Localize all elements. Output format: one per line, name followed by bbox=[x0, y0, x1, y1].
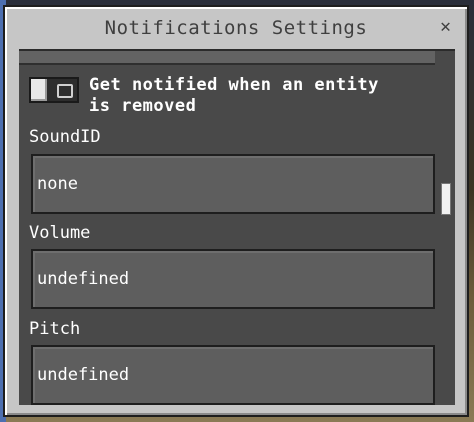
toggle-off-icon bbox=[57, 84, 73, 98]
pitch-field[interactable]: undefined bbox=[31, 345, 435, 405]
volume-label: Volume bbox=[29, 223, 91, 243]
toggle-label-line-1: Get notified when an entity bbox=[89, 75, 379, 95]
settings-scroll-panel[interactable]: Get notified when an entity is removed S… bbox=[19, 49, 455, 405]
soundid-value: none bbox=[37, 174, 78, 194]
notifications-settings-dialog: Notifications Settings ✕ Get notified wh… bbox=[3, 5, 469, 417]
pitch-label: Pitch bbox=[29, 319, 81, 339]
toggle-knob bbox=[31, 79, 47, 101]
pitch-value: undefined bbox=[37, 365, 130, 385]
volume-value: undefined bbox=[37, 269, 130, 289]
volume-field[interactable]: undefined bbox=[31, 249, 435, 309]
toggle-label-line-2: is removed bbox=[89, 96, 197, 116]
scrollbar-thumb[interactable] bbox=[441, 183, 451, 215]
soundid-field[interactable]: none bbox=[31, 154, 435, 214]
soundid-label: SoundID bbox=[29, 127, 101, 147]
entity-removed-toggle-row: Get notified when an entity is removed bbox=[29, 75, 429, 117]
entity-removed-toggle[interactable] bbox=[29, 77, 79, 103]
close-icon[interactable]: ✕ bbox=[440, 16, 451, 37]
top-divider bbox=[19, 51, 435, 65]
entity-removed-toggle-label: Get notified when an entity is removed bbox=[89, 75, 379, 117]
dialog-title: Notifications Settings bbox=[104, 17, 368, 39]
scrollbar-track[interactable] bbox=[435, 65, 455, 405]
